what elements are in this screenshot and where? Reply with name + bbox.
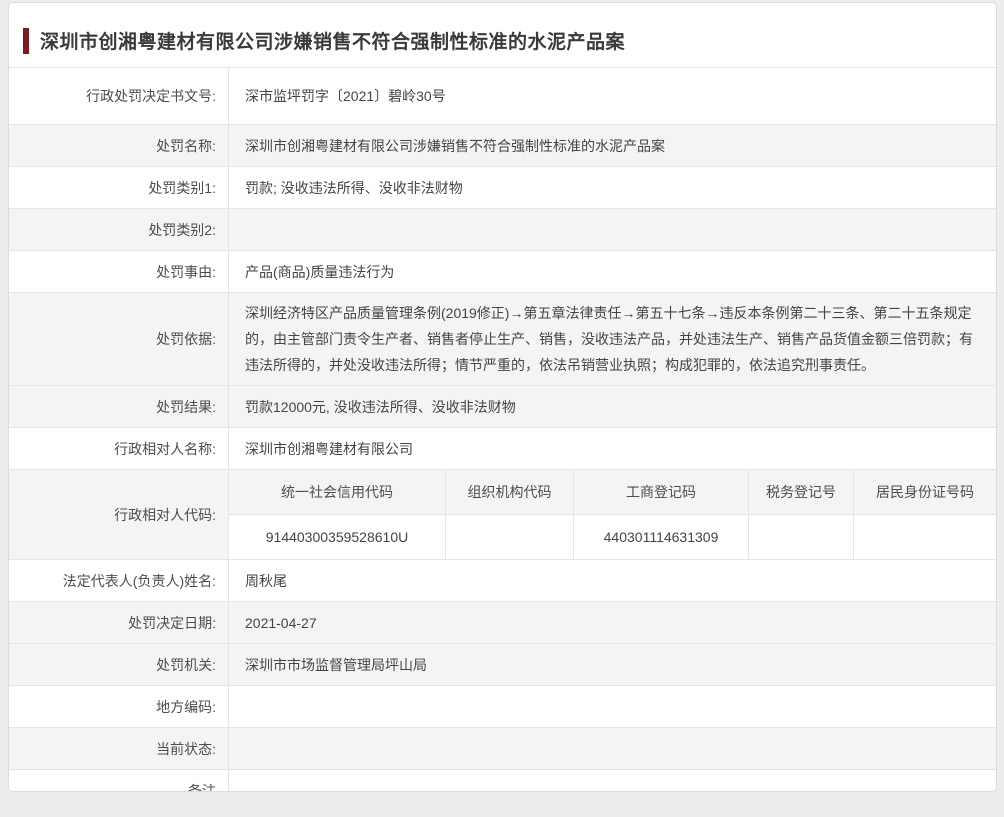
table-row-counterpart-codes: 行政相对人代码:统一社会信用代码91440300359528610U组织机构代码… [9, 470, 996, 560]
table-row-penalty-authority: 处罚机关:深圳市市场监督管理局坪山局 [9, 644, 996, 686]
row-label-penalty-basis: 处罚依据: [9, 293, 229, 385]
row-value-penalty-basis: 深圳经济特区产品质量管理条例(2019修正)→第五章法律责任→第五十七条→违反本… [229, 293, 996, 385]
row-value-penalty-name: 深圳市创湘粤建材有限公司涉嫌销售不符合强制性标准的水泥产品案 [229, 125, 996, 166]
row-label-penalty-category-2: 处罚类别2: [9, 209, 229, 250]
table-row-penalty-name: 处罚名称:深圳市创湘粤建材有限公司涉嫌销售不符合强制性标准的水泥产品案 [9, 125, 996, 167]
table-row-penalty-result: 处罚结果:罚款12000元, 没收违法所得、没收非法财物 [9, 386, 996, 428]
codes-column-value: 440301114631309 [574, 515, 748, 559]
codes-column-value: 91440300359528610U [229, 515, 445, 559]
entity-codes-subtable: 统一社会信用代码91440300359528610U组织机构代码工商登记码440… [229, 470, 996, 559]
row-label-penalty-category-1: 处罚类别1: [9, 167, 229, 208]
row-label-current-status: 当前状态: [9, 728, 229, 769]
row-label-counterpart-codes: 行政相对人代码: [9, 470, 229, 559]
row-value-counterpart-name: 深圳市创湘粤建材有限公司 [229, 428, 996, 469]
row-label-penalty-result: 处罚结果: [9, 386, 229, 427]
row-value-current-status [229, 728, 996, 769]
table-row-penalty-decision-doc-number: 行政处罚决定书文号:深市监坪罚字〔2021〕碧岭30号 [9, 68, 996, 125]
row-label-local-code: 地方编码: [9, 686, 229, 727]
row-value-penalty-category-2 [229, 209, 996, 250]
page-title: 深圳市创湘粤建材有限公司涉嫌销售不符合强制性标准的水泥产品案 [40, 27, 625, 54]
row-label-penalty-decision-date: 处罚决定日期: [9, 602, 229, 643]
row-value-remarks [229, 770, 996, 792]
table-row-remarks: 备注 [9, 770, 996, 792]
table-row-local-code: 地方编码: [9, 686, 996, 728]
row-value-penalty-decision-doc-number: 深市监坪罚字〔2021〕碧岭30号 [229, 68, 996, 124]
codes-column-value [854, 515, 996, 559]
title-accent-bar [23, 28, 29, 54]
row-value-local-code [229, 686, 996, 727]
codes-column-value [446, 515, 573, 559]
row-value-legal-representative-name: 周秋尾 [229, 560, 996, 601]
table-row-penalty-reason: 处罚事由:产品(商品)质量违法行为 [9, 251, 996, 293]
row-label-penalty-authority: 处罚机关: [9, 644, 229, 685]
codes-column: 组织机构代码 [446, 470, 574, 559]
table-row-penalty-decision-date: 处罚决定日期:2021-04-27 [9, 602, 996, 644]
row-label-penalty-name: 处罚名称: [9, 125, 229, 166]
codes-column: 工商登记码440301114631309 [574, 470, 749, 559]
codes-column-header: 工商登记码 [574, 470, 748, 515]
codes-column-header: 统一社会信用代码 [229, 470, 445, 515]
row-label-penalty-reason: 处罚事由: [9, 251, 229, 292]
codes-column-header: 组织机构代码 [446, 470, 573, 515]
row-value-penalty-reason: 产品(商品)质量违法行为 [229, 251, 996, 292]
table-row-counterpart-name: 行政相对人名称:深圳市创湘粤建材有限公司 [9, 428, 996, 470]
row-value-penalty-category-1: 罚款; 没收违法所得、没收非法财物 [229, 167, 996, 208]
penalty-table: 行政处罚决定书文号:深市监坪罚字〔2021〕碧岭30号处罚名称:深圳市创湘粤建材… [9, 67, 996, 792]
table-row-current-status: 当前状态: [9, 728, 996, 770]
penalty-record-card: 深圳市创湘粤建材有限公司涉嫌销售不符合强制性标准的水泥产品案 行政处罚决定书文号… [8, 2, 997, 792]
codes-column: 统一社会信用代码91440300359528610U [229, 470, 446, 559]
codes-column: 居民身份证号码 [854, 470, 996, 559]
row-label-counterpart-name: 行政相对人名称: [9, 428, 229, 469]
row-label-remarks: 备注 [9, 770, 229, 792]
title-row: 深圳市创湘粤建材有限公司涉嫌销售不符合强制性标准的水泥产品案 [9, 3, 996, 67]
row-label-legal-representative-name: 法定代表人(负责人)姓名: [9, 560, 229, 601]
codes-column: 税务登记号 [749, 470, 854, 559]
table-row-penalty-category-1: 处罚类别1:罚款; 没收违法所得、没收非法财物 [9, 167, 996, 209]
codes-column-header: 税务登记号 [749, 470, 853, 515]
row-label-penalty-decision-doc-number: 行政处罚决定书文号: [9, 68, 229, 124]
row-value-penalty-decision-date: 2021-04-27 [229, 602, 996, 643]
codes-column-header: 居民身份证号码 [854, 470, 996, 515]
table-row-penalty-category-2: 处罚类别2: [9, 209, 996, 251]
table-row-penalty-basis: 处罚依据:深圳经济特区产品质量管理条例(2019修正)→第五章法律责任→第五十七… [9, 293, 996, 386]
row-value-penalty-authority: 深圳市市场监督管理局坪山局 [229, 644, 996, 685]
table-row-legal-representative-name: 法定代表人(负责人)姓名:周秋尾 [9, 560, 996, 602]
row-value-penalty-result: 罚款12000元, 没收违法所得、没收非法财物 [229, 386, 996, 427]
codes-column-value [749, 515, 853, 559]
